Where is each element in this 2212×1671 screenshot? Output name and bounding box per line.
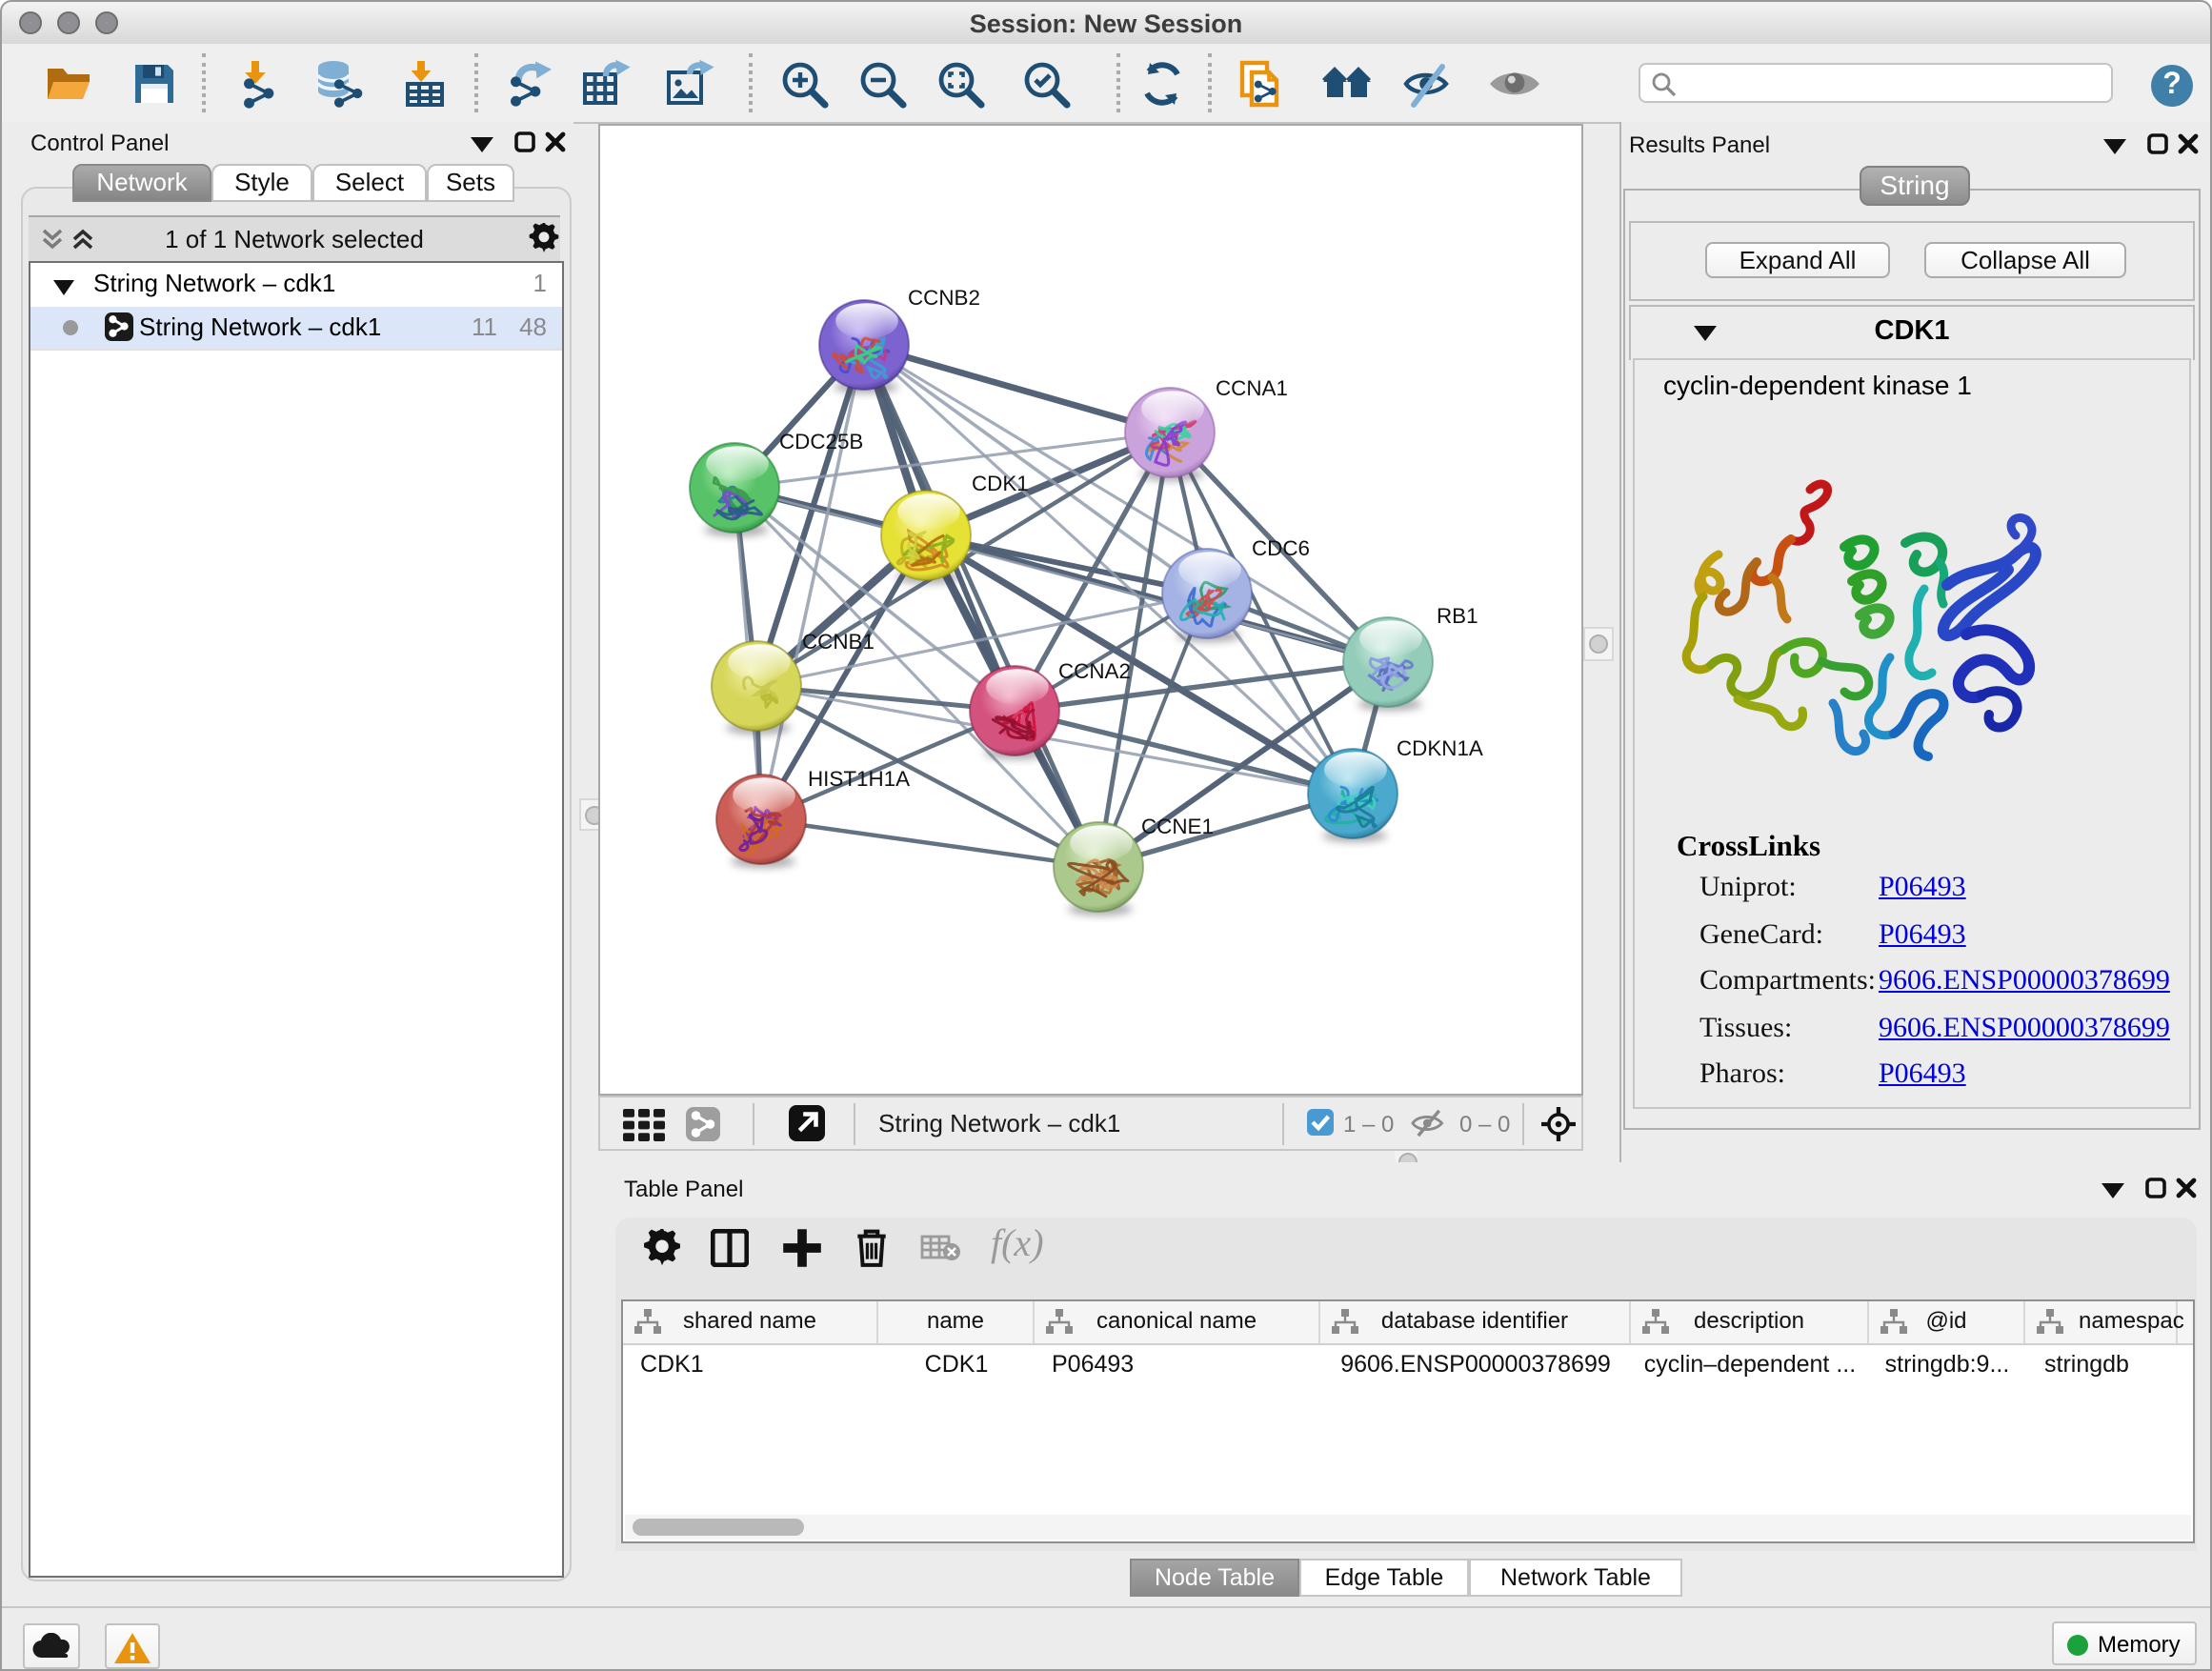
svg-text:RB1: RB1 xyxy=(1437,603,1478,627)
svg-text:CDC25B: CDC25B xyxy=(779,429,863,453)
svg-text:CDC6: CDC6 xyxy=(1252,535,1310,559)
svg-text:CDK1: CDK1 xyxy=(972,471,1029,494)
svg-text:CCNA1: CCNA1 xyxy=(1216,375,1288,399)
svg-text:CCNB1: CCNB1 xyxy=(802,629,875,653)
svg-text:CDKN1A: CDKN1A xyxy=(1397,735,1483,759)
svg-text:HIST1H1A: HIST1H1A xyxy=(808,766,910,790)
svg-text:CCNB2: CCNB2 xyxy=(908,285,980,309)
svg-text:CCNE1: CCNE1 xyxy=(1141,814,1214,837)
svg-text:CCNA2: CCNA2 xyxy=(1058,658,1131,682)
